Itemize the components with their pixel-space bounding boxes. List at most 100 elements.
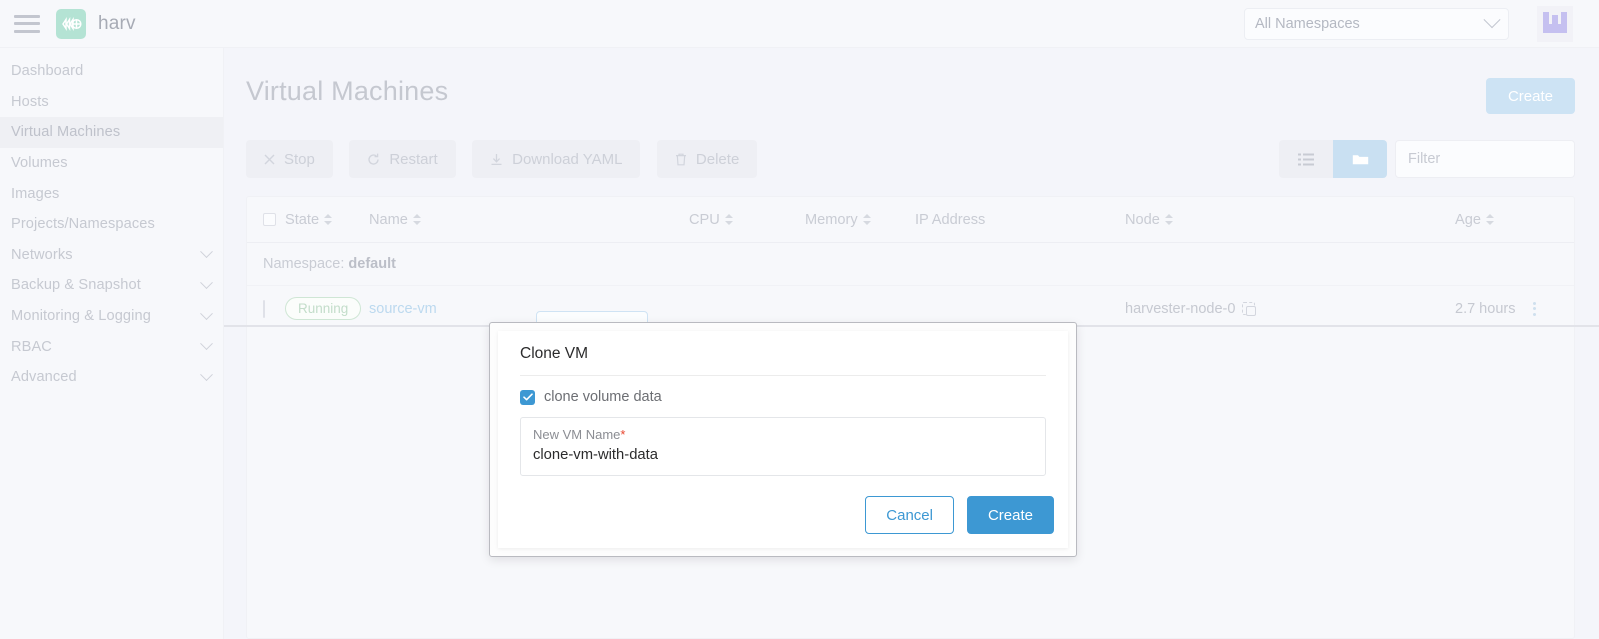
sort-icon xyxy=(1485,213,1494,226)
column-memory[interactable]: Memory xyxy=(805,212,915,228)
close-icon xyxy=(264,154,275,165)
filter-placeholder: Filter xyxy=(1408,151,1441,167)
chevron-down-icon xyxy=(200,368,213,381)
column-cpu-label: CPU xyxy=(689,211,720,228)
table-header-row: State Name CPU Memory IP Address Node Ag… xyxy=(247,197,1574,243)
sidebar-item-label: Backup & Snapshot xyxy=(11,277,141,294)
sort-icon xyxy=(1164,213,1173,226)
namespace-group-row: Namespace: default xyxy=(247,243,1574,285)
new-vm-name-input[interactable]: clone-vm-with-data xyxy=(533,446,1033,464)
modal-title: Clone VM xyxy=(520,345,1046,376)
clone-vm-modal: Clone VM clone volume data New VM Name* … xyxy=(489,322,1077,557)
restart-button[interactable]: Restart xyxy=(349,140,456,178)
sidebar-item-monitoring-logging[interactable]: Monitoring & Logging xyxy=(0,301,223,332)
column-ip-address-label: IP Address xyxy=(915,211,986,228)
sidebar-item-hosts[interactable]: Hosts xyxy=(0,87,223,118)
harvester-logo-icon xyxy=(56,8,86,39)
column-cpu[interactable]: CPU xyxy=(689,212,805,228)
folder-view-icon[interactable] xyxy=(1333,140,1387,178)
sidebar-item-images[interactable]: Images xyxy=(0,178,223,209)
hamburger-icon[interactable] xyxy=(14,14,40,33)
namespace-group-label: Namespace: xyxy=(263,256,345,272)
restart-button-label: Restart xyxy=(389,150,438,168)
row-actions-menu-icon[interactable] xyxy=(1533,301,1537,316)
action-toolbar: Stop Restart Download YAML Delete Filter xyxy=(246,140,1575,178)
download-icon xyxy=(490,153,503,166)
top-bar: harv All Namespaces xyxy=(0,0,1599,48)
new-vm-name-label: New VM Name* xyxy=(533,427,1033,443)
sidebar-item-volumes[interactable]: Volumes xyxy=(0,148,223,179)
column-node[interactable]: Node xyxy=(1125,212,1455,228)
checkbox-icon xyxy=(263,299,265,318)
sidebar-item-label: Hosts xyxy=(11,93,49,110)
chevron-down-icon xyxy=(200,306,213,320)
row-age: 2.7 hours xyxy=(1455,300,1537,317)
sort-icon xyxy=(324,213,333,226)
create-button[interactable]: Create xyxy=(1485,78,1575,114)
checkbox-icon xyxy=(263,213,276,226)
stop-button-label: Stop xyxy=(284,150,315,168)
row-state: Running xyxy=(285,296,369,320)
checkbox-checked-icon[interactable] xyxy=(520,389,535,405)
chevron-down-icon xyxy=(200,337,213,351)
user-avatar-icon[interactable] xyxy=(1537,6,1573,42)
row-checkbox[interactable] xyxy=(263,299,285,318)
copy-icon[interactable] xyxy=(1242,302,1257,316)
vm-name-link[interactable]: source-vm xyxy=(369,301,437,317)
column-memory-label: Memory xyxy=(805,211,858,228)
required-mark: * xyxy=(620,427,626,442)
download-yaml-button[interactable]: Download YAML xyxy=(472,140,641,178)
sort-icon xyxy=(862,213,871,226)
column-state[interactable]: State xyxy=(285,212,369,228)
sort-icon xyxy=(412,213,421,226)
row-node: harvester-node-0 xyxy=(1125,301,1455,317)
row-age-value: 2.7 hours xyxy=(1455,300,1516,317)
sidebar-item-label: Dashboard xyxy=(11,63,84,80)
new-vm-name-label-text: New VM Name xyxy=(533,427,621,442)
column-age[interactable]: Age xyxy=(1455,212,1494,228)
view-toggle-group xyxy=(1279,140,1387,178)
download-yaml-button-label: Download YAML xyxy=(512,150,623,168)
select-all-checkbox[interactable] xyxy=(263,213,285,226)
sidebar-item-rbac[interactable]: RBAC xyxy=(0,331,223,362)
chevron-down-icon xyxy=(200,245,213,259)
clone-vm-modal-body: Clone VM clone volume data New VM Name* … xyxy=(498,331,1068,548)
chevron-down-icon xyxy=(1483,11,1501,29)
clone-volume-data-checkbox-row[interactable]: clone volume data xyxy=(520,376,1046,417)
sort-icon xyxy=(724,213,733,226)
clone-volume-data-label: clone volume data xyxy=(544,389,662,405)
sidebar: Dashboard Hosts Virtual Machines Volumes… xyxy=(0,48,224,639)
brand-name: harv xyxy=(98,12,136,34)
row-node-value: harvester-node-0 xyxy=(1125,300,1236,317)
stop-button[interactable]: Stop xyxy=(246,140,333,178)
modal-create-button[interactable]: Create xyxy=(966,496,1054,534)
page-title: Virtual Machines xyxy=(246,76,449,106)
cancel-button[interactable]: Cancel xyxy=(865,496,954,534)
filter-input[interactable]: Filter xyxy=(1395,140,1575,178)
sidebar-item-label: RBAC xyxy=(11,338,52,355)
modal-actions: Cancel Create xyxy=(865,496,1054,534)
new-vm-name-field[interactable]: New VM Name* clone-vm-with-data xyxy=(520,417,1046,476)
sidebar-item-label: Volumes xyxy=(11,155,68,172)
sidebar-item-dashboard[interactable]: Dashboard xyxy=(0,56,223,87)
sidebar-item-networks[interactable]: Networks xyxy=(0,240,223,271)
trash-icon xyxy=(675,153,687,166)
list-view-icon[interactable] xyxy=(1279,140,1333,178)
delete-button[interactable]: Delete xyxy=(656,140,758,178)
namespace-selector[interactable]: All Namespaces xyxy=(1244,8,1509,40)
sidebar-item-label: Virtual Machines xyxy=(11,124,121,141)
sidebar-item-label: Projects/Namespaces xyxy=(11,216,155,233)
refresh-icon xyxy=(367,153,380,166)
sidebar-item-projects-namespaces[interactable]: Projects/Namespaces xyxy=(0,209,223,240)
namespace-group-value: default xyxy=(348,256,396,272)
delete-button-label: Delete xyxy=(695,150,740,168)
sidebar-item-advanced[interactable]: Advanced xyxy=(0,362,223,393)
sidebar-item-virtual-machines[interactable]: Virtual Machines xyxy=(0,117,223,148)
column-name[interactable]: Name xyxy=(369,212,689,228)
column-age-label: Age xyxy=(1455,211,1481,228)
sidebar-item-backup-snapshot[interactable]: Backup & Snapshot xyxy=(0,270,223,301)
sidebar-item-label: Monitoring & Logging xyxy=(11,308,151,325)
column-ip-address[interactable]: IP Address xyxy=(915,212,1125,228)
status-badge: Running xyxy=(285,296,362,320)
namespace-selector-value: All Namespaces xyxy=(1255,16,1360,32)
